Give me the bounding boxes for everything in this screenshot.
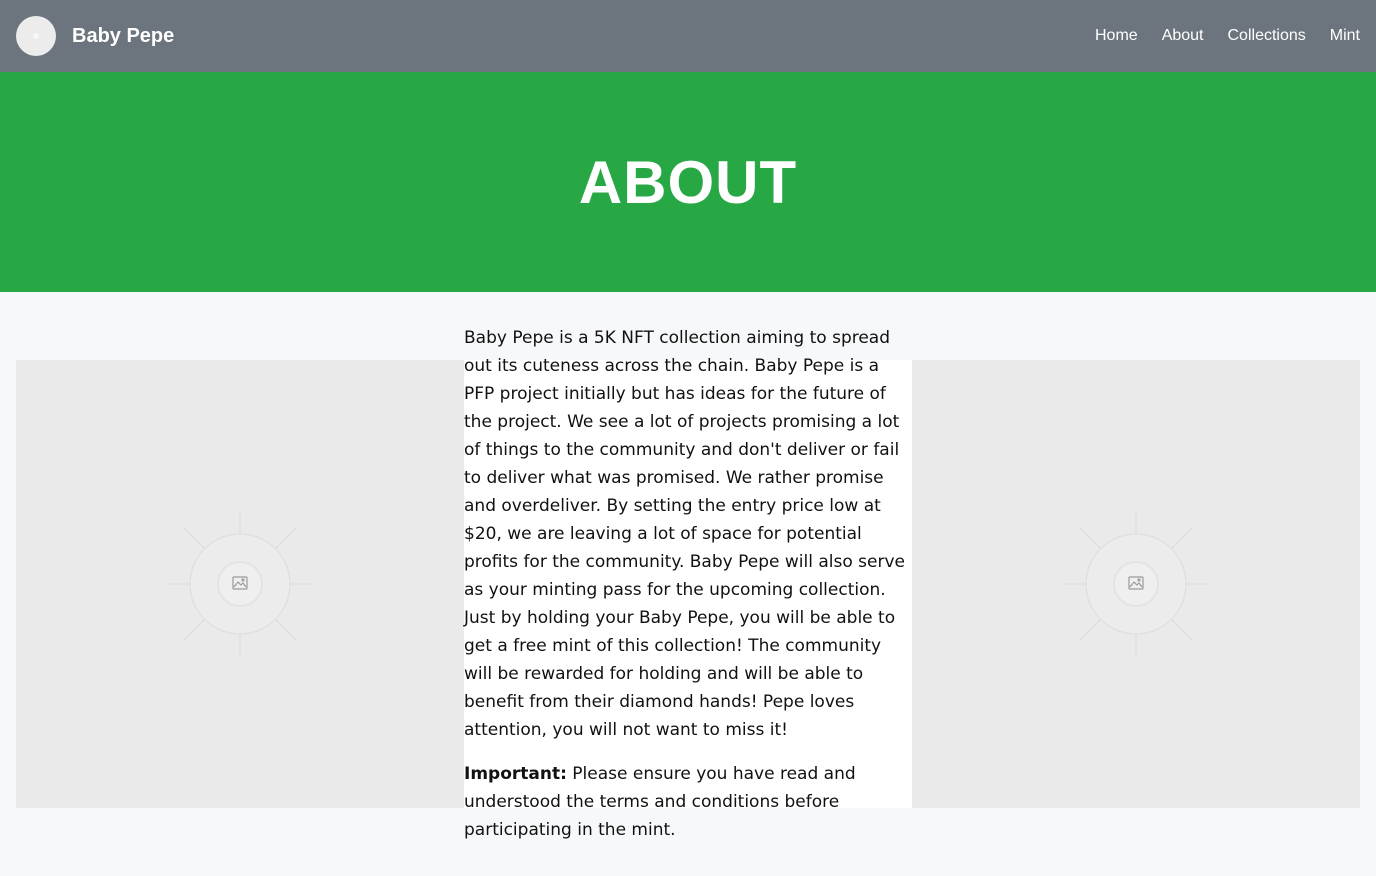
image-placeholder-icon xyxy=(1064,512,1208,656)
nav-link-mint[interactable]: Mint xyxy=(1330,27,1360,45)
nav-link-about[interactable]: About xyxy=(1162,27,1204,45)
image-placeholder-right xyxy=(912,360,1360,808)
brand-name[interactable]: Baby Pepe xyxy=(72,25,174,48)
page-title: ABOUT xyxy=(578,148,798,216)
about-paragraph: Baby Pepe is a 5K NFT collection aiming … xyxy=(464,328,905,740)
hero-banner: ABOUT xyxy=(0,72,1376,292)
important-label: Important: xyxy=(464,764,567,784)
nav-link-home[interactable]: Home xyxy=(1095,27,1138,45)
image-placeholder-left xyxy=(16,360,464,808)
avatar-placeholder-icon[interactable] xyxy=(16,16,56,56)
image-placeholder-icon xyxy=(168,512,312,656)
important-note: Important: Please ensure you have read a… xyxy=(464,760,912,844)
navbar: Baby Pepe Home About Collections Mint xyxy=(0,0,1376,72)
nav-link-collections[interactable]: Collections xyxy=(1228,27,1306,45)
nav-links: Home About Collections Mint xyxy=(1071,27,1360,45)
logo-dot xyxy=(33,33,39,39)
about-content: Baby Pepe is a 5K NFT collection aiming … xyxy=(464,324,912,860)
